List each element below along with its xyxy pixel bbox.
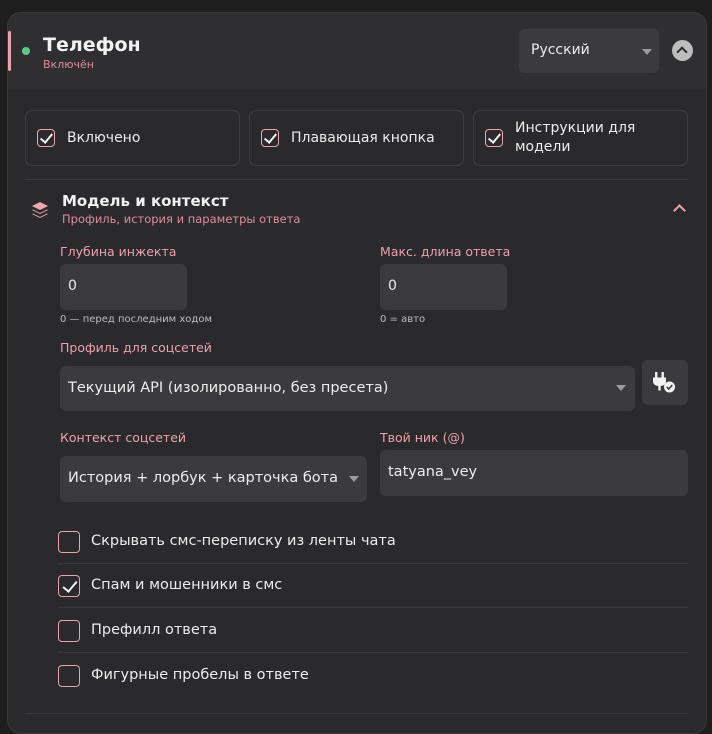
divider (25, 179, 688, 180)
option-spam-sms-label: Спам и мошенники в смс (91, 577, 283, 593)
social-profile-select[interactable]: Текущий API (изолированно, без пресета) (60, 366, 635, 411)
phone-settings-panel: Телефон Включён Русский Включено Плавающ… (7, 12, 707, 734)
nickname-value: tatyana_vey (388, 464, 478, 480)
checkbox-curly-spaces[interactable] (58, 665, 80, 687)
option-hide-sms-label: Скрывать смс-переписку из ленты чата (91, 533, 396, 549)
option-curly-spaces[interactable]: Фигурные пробелы в ответе (58, 653, 688, 697)
nickname-label: Твой ник (@) (380, 430, 465, 445)
max-length-hint: 0 = авто (380, 314, 426, 325)
injection-depth-hint: 0 — перед последним ходом (60, 314, 212, 325)
panel-header: Телефон Включён Русский (8, 13, 706, 89)
checkbox-model-instructions[interactable] (485, 129, 503, 147)
nickname-input[interactable]: tatyana_vey (380, 450, 688, 496)
injection-depth-input[interactable]: 0 (60, 264, 187, 310)
dropdown-arrow-icon (616, 385, 626, 391)
language-select[interactable]: Русский (519, 29, 659, 73)
social-context-value: История + лорбук + карточка бота (68, 470, 338, 486)
checkmark-icon (62, 577, 78, 593)
social-profile-label: Профиль для соцсетей (60, 340, 212, 355)
checkbox-prefill[interactable] (58, 620, 80, 642)
checkbox-hide-sms[interactable] (58, 531, 80, 553)
toggle-model-instructions[interactable]: Инструкции для модели (473, 110, 688, 166)
checkmark-icon (39, 130, 54, 144)
panel-title: Телефон (43, 34, 141, 56)
max-length-label: Макс. длина ответа (380, 244, 511, 259)
injection-depth-label: Глубина инжекта (60, 244, 177, 259)
option-curly-spaces-label: Фигурные пробелы в ответе (91, 667, 309, 683)
language-value: Русский (531, 42, 590, 58)
toggle-model-instructions-label-line1: Инструкции для (515, 120, 636, 136)
layers-icon (32, 202, 48, 218)
status-dot-icon (22, 47, 30, 55)
chevron-up-icon (676, 46, 688, 58)
checkmark-icon (263, 130, 278, 144)
toggle-enabled-label: Включено (67, 130, 141, 146)
dropdown-arrow-icon (349, 476, 359, 482)
plug-check-icon (653, 372, 675, 393)
section-subtitle: Профиль, история и параметры ответа (62, 212, 301, 226)
accent-bar (8, 31, 11, 71)
divider (25, 713, 688, 714)
checkmark-icon (487, 130, 502, 144)
option-prefill-label: Префилл ответа (91, 622, 218, 638)
collapse-panel-button[interactable] (672, 40, 693, 61)
option-spam-sms[interactable]: Спам и мошенники в смс (58, 563, 688, 607)
toggle-floating-button-label: Плавающая кнопка (291, 130, 435, 146)
connection-check-button[interactable] (642, 360, 688, 405)
social-context-label: Контекст соцсетей (60, 430, 187, 445)
checkbox-enabled[interactable] (37, 129, 55, 147)
checkbox-floating-button[interactable] (261, 129, 279, 147)
option-prefill[interactable]: Префилл ответа (58, 608, 688, 652)
social-context-select[interactable]: История + лорбук + карточка бота (60, 456, 367, 502)
max-length-value: 0 (388, 278, 397, 294)
injection-depth-value: 0 (68, 278, 77, 294)
social-profile-value: Текущий API (изолированно, без пресета) (68, 380, 389, 396)
section-collapse-chevron-icon[interactable] (673, 204, 686, 217)
status-text: Включён (43, 58, 94, 71)
toggle-enabled[interactable]: Включено (25, 110, 240, 166)
toggle-model-instructions-label-line2: модели (515, 139, 571, 155)
option-hide-sms[interactable]: Скрывать смс-переписку из ленты чата (58, 519, 688, 563)
dropdown-arrow-icon (642, 49, 652, 55)
max-length-input[interactable]: 0 (380, 264, 507, 310)
checkbox-spam-sms[interactable] (58, 575, 80, 597)
toggle-floating-button[interactable]: Плавающая кнопка (249, 110, 464, 166)
section-title: Модель и контекст (62, 192, 229, 210)
